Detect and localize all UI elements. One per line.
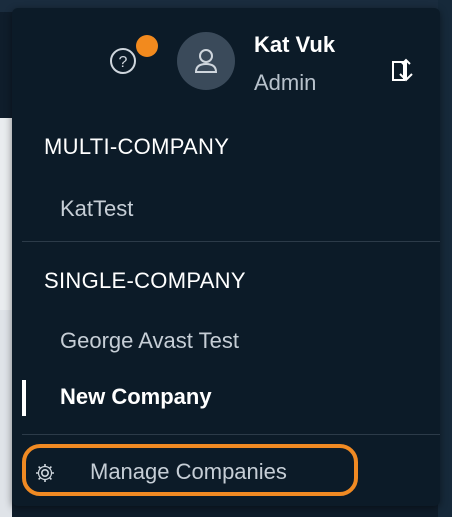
company-item-new-company[interactable]: New Company <box>60 384 212 410</box>
company-item-george-avast-test[interactable]: George Avast Test <box>60 328 239 354</box>
user-role: Admin <box>254 70 317 95</box>
notification-dot <box>136 35 158 57</box>
user-name: Kat Vuk <box>254 32 336 57</box>
background-right-strip <box>438 0 452 517</box>
background-left-strip-upper <box>0 118 12 310</box>
user-header: ? Kat Vuk Admin <box>12 8 440 116</box>
company-switcher-dropdown: ? Kat Vuk Admin MULTI-COMPANY KatTest SI… <box>12 8 440 506</box>
svg-text:?: ? <box>119 54 128 71</box>
company-item-kattest[interactable]: KatTest <box>60 196 133 222</box>
section-divider <box>22 241 440 242</box>
section-divider-bottom <box>22 434 440 435</box>
switch-company-icon[interactable] <box>384 52 420 88</box>
gear-icon <box>36 464 54 482</box>
avatar[interactable] <box>177 32 235 90</box>
manage-companies-label: Manage Companies <box>90 459 287 484</box>
help-circle-icon[interactable]: ? <box>108 46 138 76</box>
active-item-indicator <box>22 380 26 416</box>
multi-company-heading: MULTI-COMPANY <box>44 134 230 159</box>
user-avatar-icon <box>194 49 218 73</box>
single-company-heading: SINGLE-COMPANY <box>44 268 246 293</box>
